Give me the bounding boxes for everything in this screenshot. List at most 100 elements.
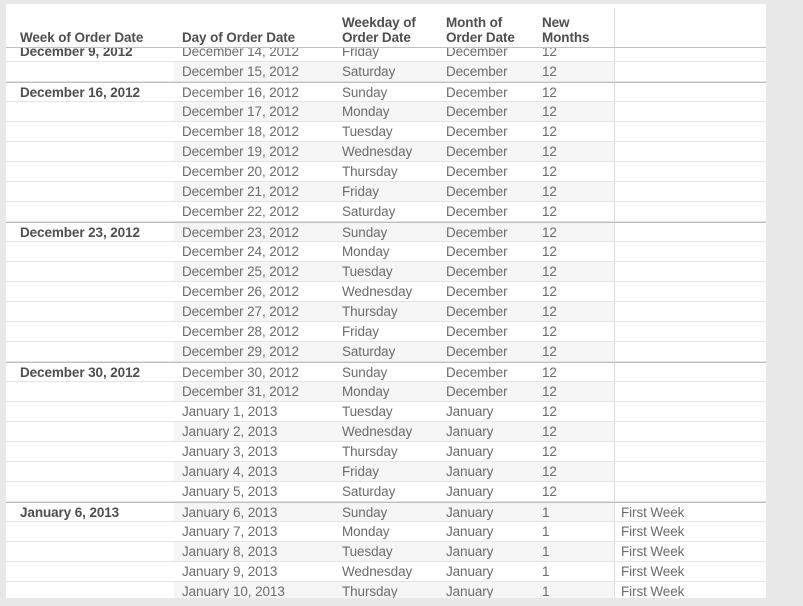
column-divider: [614, 8, 615, 47]
cell-month: December: [446, 85, 508, 100]
cell-month: December: [446, 365, 508, 380]
column-header-line: New: [542, 15, 570, 30]
table-row[interactable]: January 9, 2013 Wednesday January 1 First We…: [6, 562, 766, 582]
cell-note: First Week: [621, 524, 685, 539]
table-body: December 9, 2012 December 14, 2012 Friday D…: [6, 48, 766, 598]
cell-new: 12: [542, 424, 557, 439]
cell-new: 12: [542, 284, 557, 299]
table-row[interactable]: December 25, 2012 Tuesday December 12: [6, 262, 766, 282]
column-header-line: Day of Order Date: [182, 30, 296, 45]
table-row[interactable]: December 26, 2012 Wednesday December 12: [6, 282, 766, 302]
table-row[interactable]: January 6, 2013 January 6, 2013 Sunday Janu…: [6, 502, 766, 522]
table-row[interactable]: December 21, 2012 Friday December 12: [6, 182, 766, 202]
table-row[interactable]: December 27, 2012 Thursday December 12: [6, 302, 766, 322]
cell-month: December: [446, 184, 508, 199]
cell-day: January 5, 2013: [182, 484, 278, 499]
cell-day: December 22, 2012: [182, 204, 299, 219]
column-divider: [614, 562, 615, 581]
cell-month: December: [446, 204, 508, 219]
column-header-day-of-order-date[interactable]: Day of Order Date: [182, 30, 332, 45]
cell-month: December: [446, 124, 508, 139]
table-row[interactable]: January 4, 2013 Friday January 12: [6, 462, 766, 482]
column-header-month-of-order-date[interactable]: Month of Order Date: [446, 15, 532, 45]
column-header-line: Order Date: [446, 30, 515, 45]
cell-month: December: [446, 284, 508, 299]
cell-new: 12: [542, 85, 557, 100]
table-row[interactable]: December 24, 2012 Monday December 12: [6, 242, 766, 262]
cell-week: December 16, 2012: [20, 85, 140, 100]
table-row[interactable]: December 16, 2012 December 16, 2012 Sunday…: [6, 82, 766, 102]
cell-note: First Week: [621, 584, 685, 598]
table-row[interactable]: December 17, 2012 Monday December 12: [6, 102, 766, 122]
table-row[interactable]: December 18, 2012 Tuesday December 12: [6, 122, 766, 142]
column-divider: [614, 503, 615, 521]
table-row[interactable]: January 3, 2013 Thursday January 12: [6, 442, 766, 462]
table-row[interactable]: December 15, 2012 Saturday December 12: [6, 62, 766, 82]
cell-day: December 17, 2012: [182, 104, 299, 119]
column-header-week-of-order-date[interactable]: Week of Order Date: [20, 30, 170, 45]
table-row[interactable]: December 30, 2012 December 30, 2012 Sunday…: [6, 362, 766, 382]
cell-day: January 9, 2013: [182, 564, 278, 579]
column-header-new-months[interactable]: New Months: [542, 15, 610, 45]
cell-week: December 23, 2012: [20, 225, 140, 240]
column-divider: [614, 522, 615, 541]
column-divider: [614, 422, 615, 441]
cell-note: First Week: [621, 505, 685, 520]
cell-new: 12: [542, 64, 557, 79]
cell-day: January 10, 2013: [182, 584, 285, 598]
cell-month: January: [446, 464, 494, 479]
cell-month: December: [446, 344, 508, 359]
cell-month: December: [446, 164, 508, 179]
cell-day: December 18, 2012: [182, 124, 299, 139]
cell-month: December: [446, 264, 508, 279]
cell-note: First Week: [621, 544, 685, 559]
cell-day: January 8, 2013: [182, 544, 278, 559]
cell-day: December 28, 2012: [182, 324, 299, 339]
table-row[interactable]: December 29, 2012 Saturday December 12: [6, 342, 766, 362]
cell-day: December 25, 2012: [182, 264, 299, 279]
cell-new: 12: [542, 225, 557, 240]
cell-month: December: [446, 384, 508, 399]
cell-month: December: [446, 64, 508, 79]
table-row[interactable]: January 10, 2013 Thursday January 1 First We…: [6, 582, 766, 598]
column-divider: [614, 142, 615, 161]
cell-month: January: [446, 584, 494, 598]
table-row[interactable]: January 1, 2013 Tuesday January 12: [6, 402, 766, 422]
table-row[interactable]: January 7, 2013 Monday January 1 First Week: [6, 522, 766, 542]
column-divider: [614, 242, 615, 261]
cell-month: January: [446, 544, 494, 559]
table-row[interactable]: December 19, 2012 Wednesday December 12: [6, 142, 766, 162]
column-header-line: Week of Order Date: [20, 30, 144, 45]
cell-day: January 2, 2013: [182, 424, 278, 439]
column-divider: [614, 48, 615, 61]
table-row[interactable]: January 2, 2013 Wednesday January 12: [6, 422, 766, 442]
cell-new: 1: [542, 584, 550, 598]
table-row[interactable]: January 8, 2013 Tuesday January 1 First Week: [6, 542, 766, 562]
cell-day: December 15, 2012: [182, 64, 299, 79]
cell-month: December: [446, 225, 508, 240]
cell-month: January: [446, 564, 494, 579]
column-divider: [614, 162, 615, 181]
table-row[interactable]: December 9, 2012 December 14, 2012 Friday D…: [6, 48, 766, 62]
table-row[interactable]: January 5, 2013 Saturday January 12: [6, 482, 766, 502]
cell-week: December 30, 2012: [20, 365, 140, 380]
table-row[interactable]: December 31, 2012 Monday December 12: [6, 382, 766, 402]
cell-new: 12: [542, 264, 557, 279]
column-header-line: Month of: [446, 15, 503, 30]
table-row[interactable]: December 22, 2012 Saturday December 12: [6, 202, 766, 222]
table-row[interactable]: December 20, 2012 Thursday December 12: [6, 162, 766, 182]
cell-new: 12: [542, 304, 557, 319]
cell-note: First Week: [621, 564, 685, 579]
table-row[interactable]: December 28, 2012 Friday December 12: [6, 322, 766, 342]
cell-day: December 27, 2012: [182, 304, 299, 319]
column-divider: [614, 223, 615, 241]
cell-day: December 30, 2012: [182, 365, 299, 380]
column-divider: [614, 182, 615, 201]
cell-month: January: [446, 424, 494, 439]
cell-day: December 24, 2012: [182, 244, 299, 259]
cell-new: 12: [542, 464, 557, 479]
table-row[interactable]: December 23, 2012 December 23, 2012 Sunday…: [6, 222, 766, 242]
cell-day: December 23, 2012: [182, 225, 299, 240]
table-header-row: Week of Order Date Day of Order Date Wee…: [6, 4, 766, 48]
column-divider: [614, 402, 615, 421]
